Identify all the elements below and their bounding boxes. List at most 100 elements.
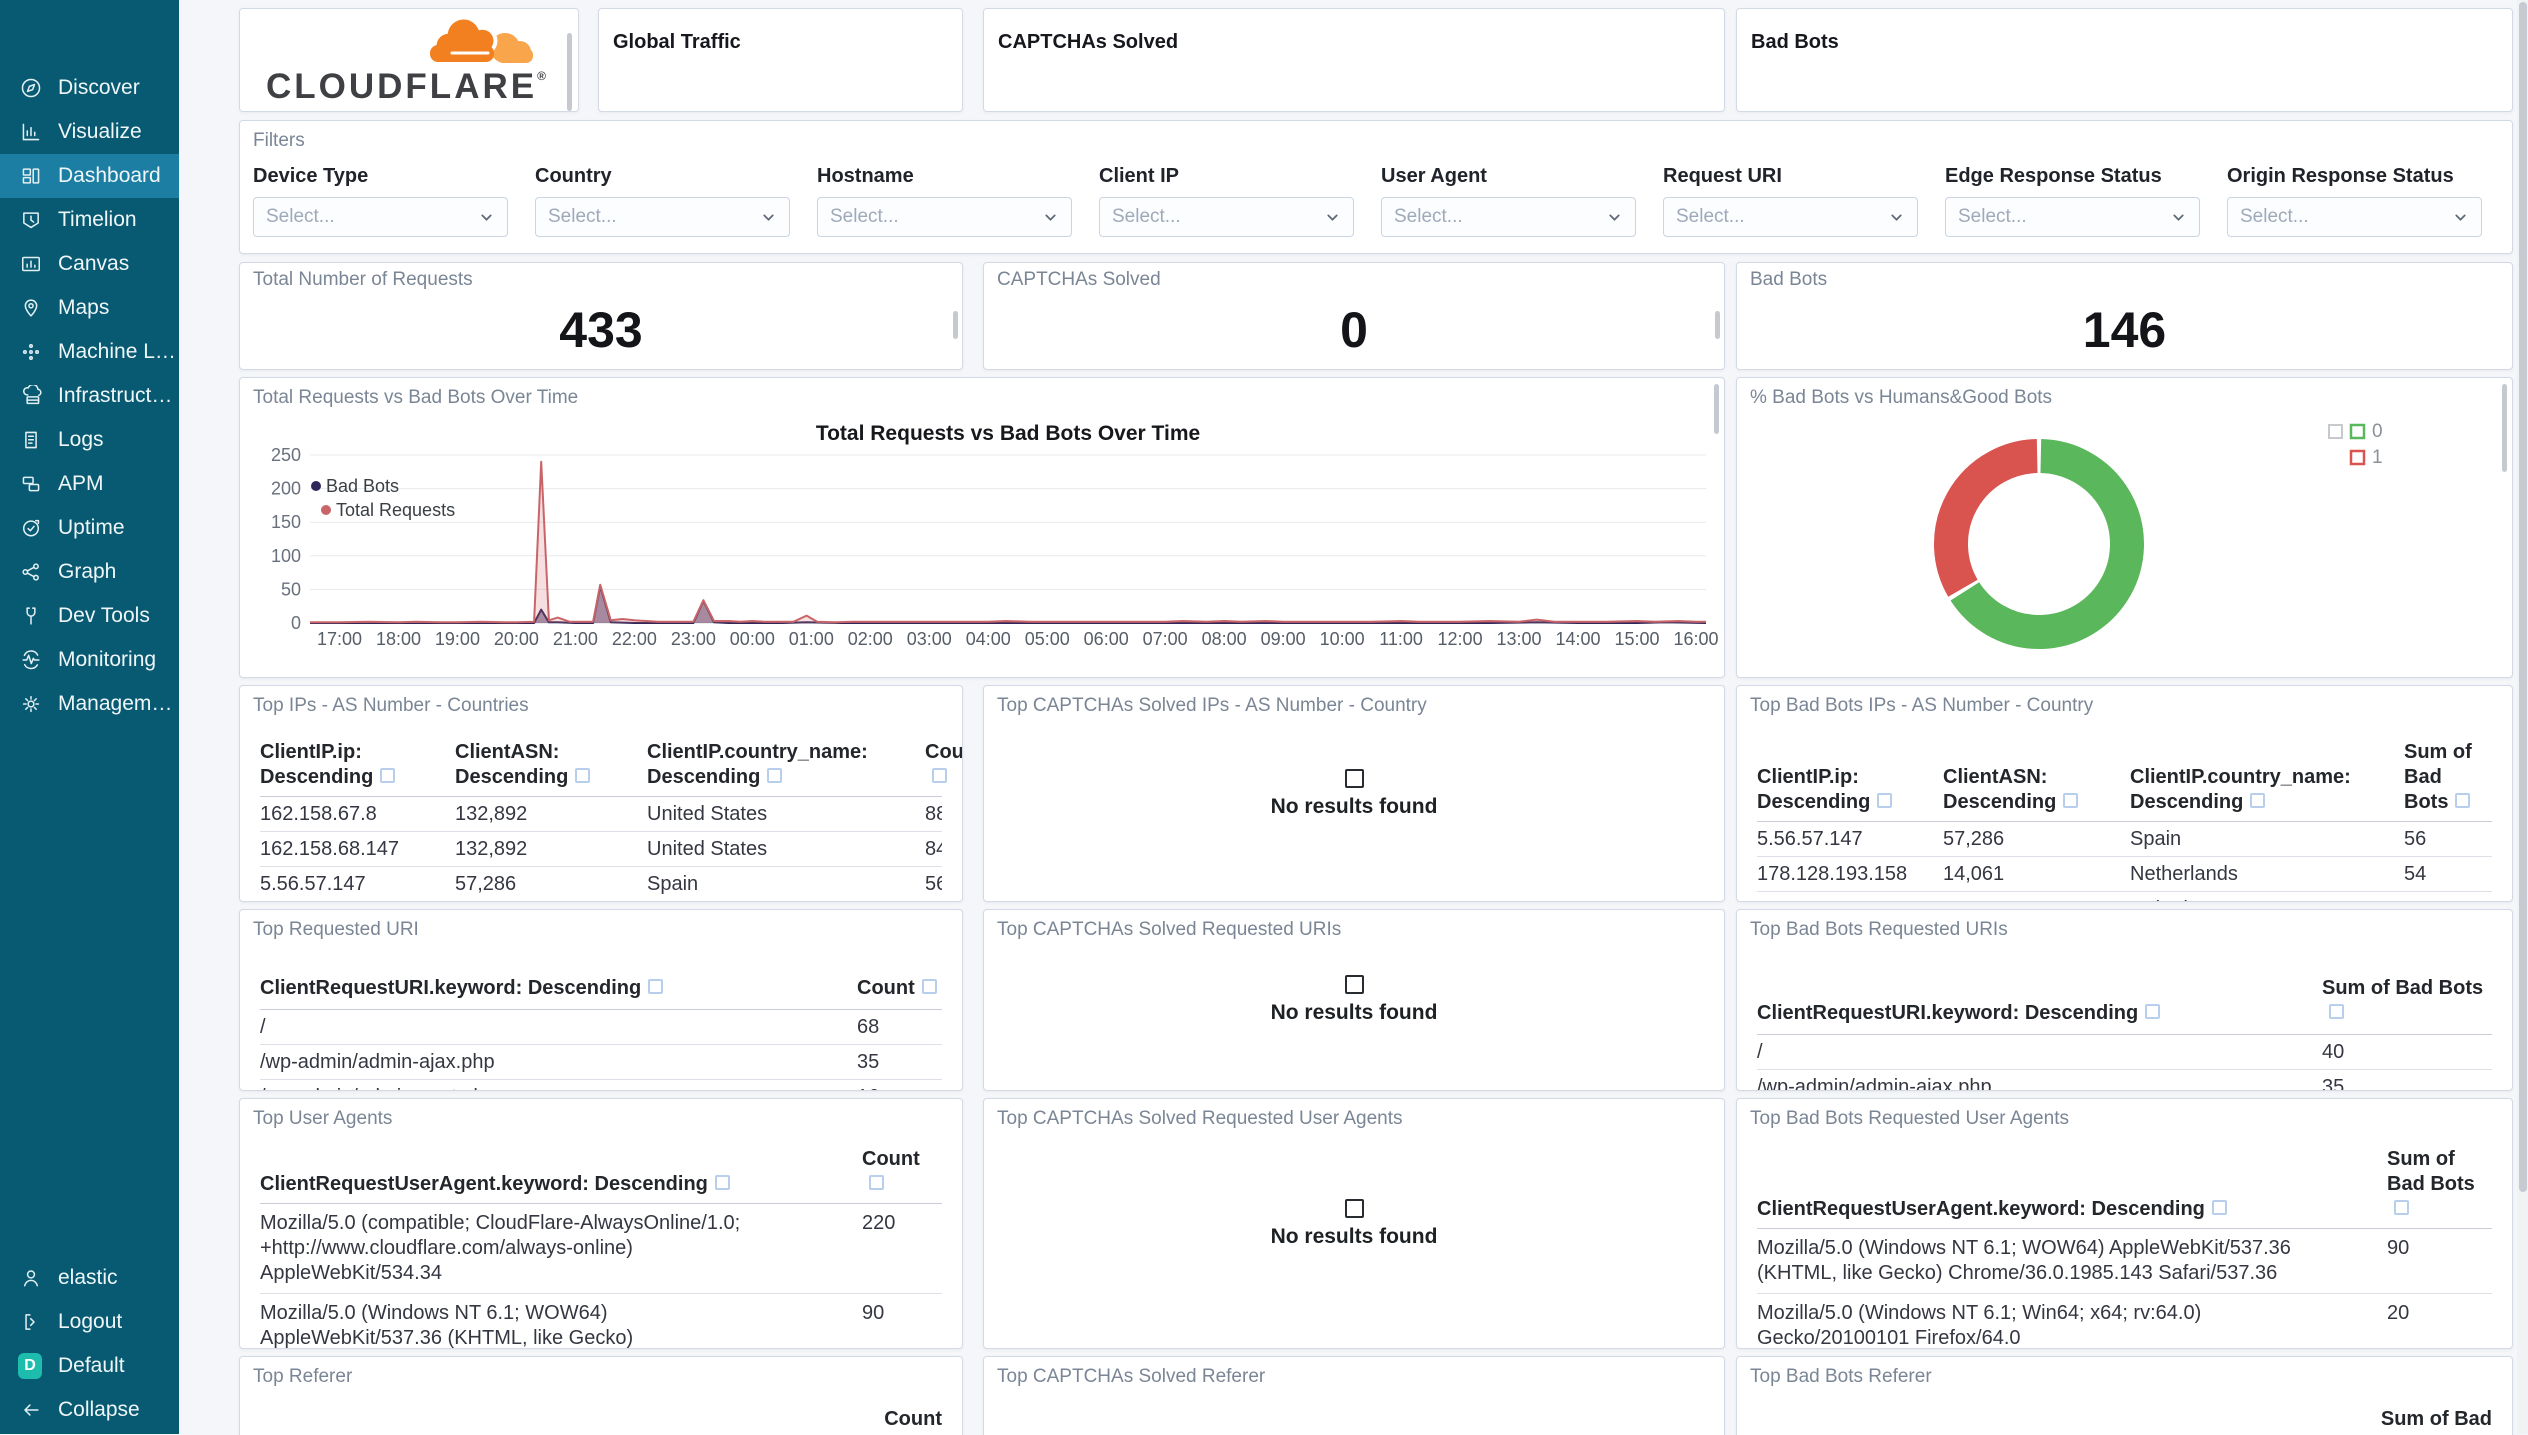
panel-scrollbar-thumb[interactable] <box>1714 384 1719 434</box>
sidebar-item-canvas[interactable]: Canvas <box>0 242 179 286</box>
sidebar-item-maps[interactable]: Maps <box>0 286 179 330</box>
panel-scrollbar-thumb[interactable] <box>2502 384 2507 472</box>
filter-select-request-uri[interactable]: Select... <box>1663 197 1918 237</box>
sidebar-item-monitoring[interactable]: Monitoring <box>0 638 179 682</box>
no-results-text: No results found <box>1270 794 1438 818</box>
filter-label: Edge Response Status <box>1945 165 2162 187</box>
column-filter-icon[interactable] <box>714 1175 730 1190</box>
column-filter-icon[interactable] <box>2250 793 2266 808</box>
column-header[interactable]: Sum of Bad <box>2381 1408 2492 1431</box>
badbots-vs-humans-donut-panel: % Bad Bots vs Humans&Good Bots 01 <box>1736 377 2513 678</box>
table-cell: 220 <box>862 1212 896 1234</box>
gear-icon <box>20 693 42 715</box>
svg-text:Bad Bots: Bad Bots <box>326 476 399 496</box>
page-scrollbar-thumb[interactable] <box>2519 2 2527 1192</box>
column-filter-icon[interactable] <box>2329 1004 2344 1019</box>
column-filter-icon[interactable] <box>2394 1200 2409 1215</box>
column-filter-icon[interactable] <box>767 768 783 783</box>
column-filter-icon[interactable] <box>380 768 396 783</box>
top-captcha-referer-table-panel: Top CAPTCHAs Solved Referer <box>983 1356 1725 1435</box>
sidebar-item-dashboard[interactable]: Dashboard <box>0 154 179 198</box>
captchas-solved-metric-panel: CAPTCHAs Solved 0 <box>983 262 1725 370</box>
filter-select-country[interactable]: Select... <box>535 197 790 237</box>
captchas-solved-header-panel: CAPTCHAs Solved <box>983 8 1725 112</box>
column-header[interactable]: ClientIP.country_name: Descending <box>2130 765 2394 815</box>
column-filter-icon[interactable] <box>2455 793 2471 808</box>
filter-label: User Agent <box>1381 165 1487 187</box>
column-header[interactable]: Sum of Bad Bots <box>2387 1147 2492 1222</box>
sidebar-item-graph[interactable]: Graph <box>0 550 179 594</box>
column-header[interactable]: Count <box>884 1408 942 1431</box>
sidebar-item-infrastructure[interactable]: Infrastructure <box>0 374 179 418</box>
chevron-down-icon <box>760 209 777 226</box>
filter-select-edge-response-status[interactable]: Select... <box>1945 197 2200 237</box>
column-header[interactable]: Sum of Bad Bots <box>2322 976 2492 1026</box>
svg-text:200: 200 <box>271 479 301 499</box>
sidebar-item-uptime[interactable]: Uptime <box>0 506 179 550</box>
column-header[interactable]: ClientIP.ip: Descending <box>1757 765 1933 815</box>
sidebar-item-discover[interactable]: Discover <box>0 66 179 110</box>
page-scrollbar-track[interactable] <box>2517 0 2528 1434</box>
sidebar-item-machine-le[interactable]: Machine Le… <box>0 330 179 374</box>
column-header[interactable]: ClientIP.country_name: Descending <box>647 740 915 790</box>
filter-select-origin-response-status[interactable]: Select... <box>2227 197 2482 237</box>
panel-scrollbar-thumb[interactable] <box>953 311 958 339</box>
sidebar-item-timelion[interactable]: Timelion <box>0 198 179 242</box>
filter-select-client-ip[interactable]: Select... <box>1099 197 1354 237</box>
sidebar-item-logout[interactable]: Logout <box>0 1300 179 1344</box>
column-filter-icon[interactable] <box>2145 1004 2161 1019</box>
sidebar-item-collapse[interactable]: Collapse <box>0 1388 179 1432</box>
data-table: ClientIP.ip: Descending ClientASN: Descendi… <box>1757 726 2492 901</box>
column-header[interactable]: Count <box>862 1147 942 1197</box>
column-header[interactable]: ClientRequestURI.keyword: Descending <box>260 976 847 1001</box>
table-cell: /wp-admin/admin-post.php <box>260 1086 847 1091</box>
table-row: /wp-admin/admin-ajax.php 35 <box>260 1045 942 1080</box>
sidebar-item-logs[interactable]: Logs <box>0 418 179 462</box>
table-cell: /wp-admin/admin-ajax.php <box>1757 1075 1992 1091</box>
table-header-row: ClientRequestURI.keyword: Descending Sum … <box>1757 950 2492 1035</box>
sidebar-item-dev-tools[interactable]: Dev Tools <box>0 594 179 638</box>
sidebar-item-label: Monitoring <box>58 648 157 671</box>
graph-nodes-icon <box>20 561 42 583</box>
sidebar-item-default[interactable]: D Default <box>0 1344 179 1388</box>
column-filter-icon[interactable] <box>932 768 947 783</box>
line-chart[interactable]: 0 50 100 150 200 250 17:00 18:00 19:00 20:00 21:00… <box>240 378 1722 675</box>
table-cell: 5.56.57.147 <box>1757 827 1863 850</box>
column-header[interactable]: ClientRequestUserAgent.keyword: Descendi… <box>1757 1197 2377 1222</box>
svg-text:13:00: 13:00 <box>1497 629 1542 649</box>
table-cell: / <box>260 1015 266 1038</box>
filters-row: Device Type Select... Country Select... Host… <box>253 165 2482 237</box>
sidebar-item-visualize[interactable]: Visualize <box>0 110 179 154</box>
sidebar-item-apm[interactable]: APM <box>0 462 179 506</box>
column-filter-icon[interactable] <box>921 979 937 994</box>
sidebar-item-management[interactable]: Management <box>0 682 179 726</box>
column-header[interactable]: ClientASN: Descending <box>1943 765 2120 815</box>
donut-chart[interactable]: 01 <box>1737 378 2510 675</box>
panel-title: Top Bad Bots Referer <box>1750 1366 1932 1387</box>
column-header[interactable]: Sum of Bad Bots <box>2404 740 2492 815</box>
filter-select-user-agent[interactable]: Select... <box>1381 197 1636 237</box>
column-header[interactable]: ClientRequestURI.keyword: Descending <box>1757 1001 2312 1026</box>
chevron-down-icon <box>2170 209 2187 226</box>
column-header[interactable]: Count <box>857 976 942 1001</box>
column-filter-icon[interactable] <box>869 1175 884 1190</box>
panel-scrollbar-thumb[interactable] <box>567 33 572 111</box>
filter-select-hostname[interactable]: Select... <box>817 197 1072 237</box>
column-header[interactable]: ClientRequestUserAgent.keyword: Descendi… <box>260 1172 852 1197</box>
sidebar-item-elastic[interactable]: elastic <box>0 1256 179 1300</box>
column-header[interactable]: ClientIP.ip: Descending <box>260 740 445 790</box>
column-filter-icon[interactable] <box>2063 793 2079 808</box>
table-row: Mozilla/5.0 (Windows NT 6.1; WOW64) Appl… <box>260 1294 942 1348</box>
panel-scrollbar-thumb[interactable] <box>1715 311 1720 339</box>
column-filter-icon[interactable] <box>1877 793 1893 808</box>
table-row: /wp-admin/admin-ajax.php 35 <box>1757 1070 2492 1091</box>
column-filter-icon[interactable] <box>575 768 591 783</box>
cloud-server-icon <box>20 385 42 407</box>
column-header[interactable]: ClientASN: Descending <box>455 740 637 790</box>
table-cell: 56 <box>2404 827 2427 850</box>
column-filter-icon[interactable] <box>2211 1200 2227 1215</box>
top-badbots-user-agents-table-panel: Top Bad Bots Requested User Agents Clien… <box>1736 1098 2513 1349</box>
column-filter-icon[interactable] <box>648 979 664 994</box>
filter-select-device-type[interactable]: Select... <box>253 197 508 237</box>
column-header[interactable]: Count <box>925 740 962 790</box>
